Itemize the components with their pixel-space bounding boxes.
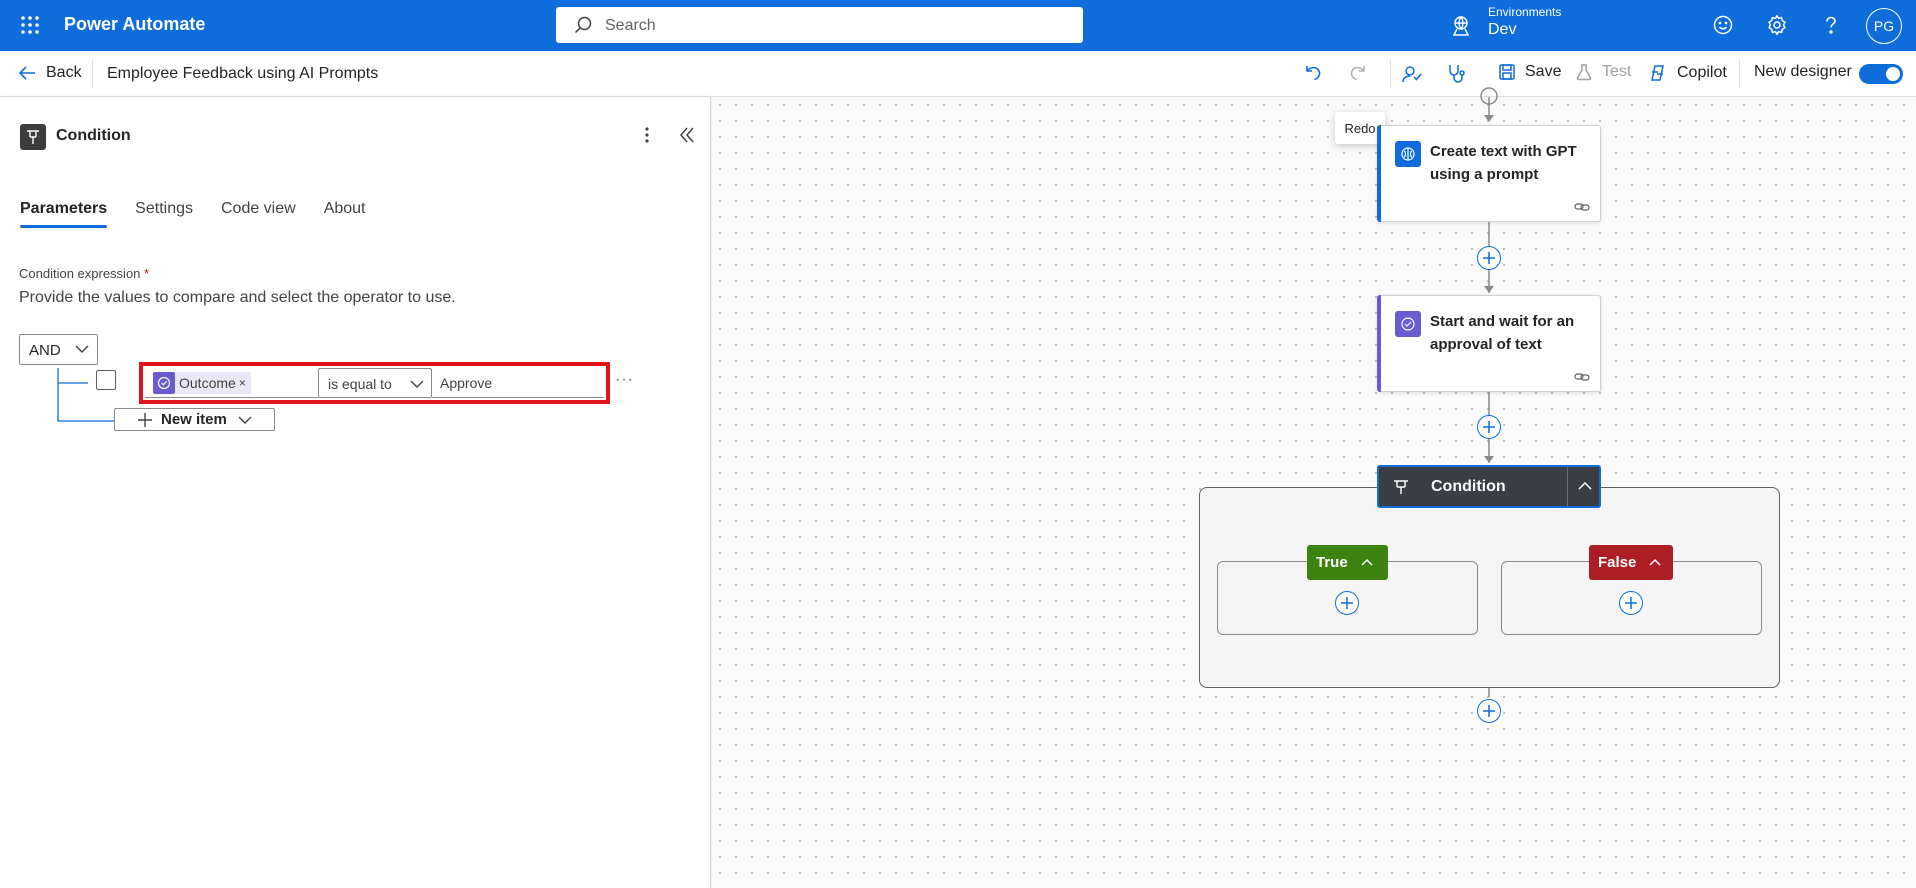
flow-connectors bbox=[1346, 87, 1632, 697]
false-branch-label[interactable]: False bbox=[1589, 545, 1673, 580]
plus-icon bbox=[1483, 705, 1495, 717]
link-icon bbox=[1574, 201, 1590, 213]
collapse-chevron-icon[interactable] bbox=[1578, 480, 1592, 492]
add-step-true-button[interactable] bbox=[1335, 591, 1359, 615]
divider bbox=[1567, 467, 1568, 506]
card-accent bbox=[1377, 295, 1381, 392]
card-title: Create text with GPT using a prompt bbox=[1430, 143, 1577, 183]
action-card-create-text-gpt[interactable]: Create text with GPT using a prompt bbox=[1377, 125, 1601, 222]
false-label: False bbox=[1598, 554, 1637, 571]
card-title: Start and wait for an approval of text bbox=[1430, 313, 1575, 353]
card-accent bbox=[1377, 125, 1381, 222]
plus-icon bbox=[1483, 421, 1495, 433]
condition-title: Condition bbox=[1431, 478, 1506, 495]
condition-action-card[interactable]: Condition bbox=[1377, 465, 1601, 508]
approval-icon bbox=[1395, 311, 1421, 337]
add-step-button[interactable] bbox=[1477, 246, 1501, 270]
plus-icon bbox=[1483, 252, 1495, 264]
action-card-start-approval[interactable]: Start and wait for an approval of text bbox=[1377, 295, 1601, 392]
true-label: True bbox=[1316, 554, 1348, 571]
link-icon bbox=[1574, 371, 1590, 383]
add-step-false-button[interactable] bbox=[1619, 591, 1643, 615]
ai-builder-icon bbox=[1395, 141, 1421, 167]
add-step-button[interactable] bbox=[1477, 415, 1501, 439]
collapse-chevron-icon bbox=[1361, 558, 1373, 568]
true-branch-label[interactable]: True bbox=[1307, 545, 1388, 580]
add-step-button[interactable] bbox=[1477, 699, 1501, 723]
condition-icon bbox=[1393, 479, 1409, 495]
plus-icon bbox=[1341, 597, 1353, 609]
plus-icon bbox=[1625, 597, 1637, 609]
collapse-chevron-icon bbox=[1649, 558, 1661, 568]
